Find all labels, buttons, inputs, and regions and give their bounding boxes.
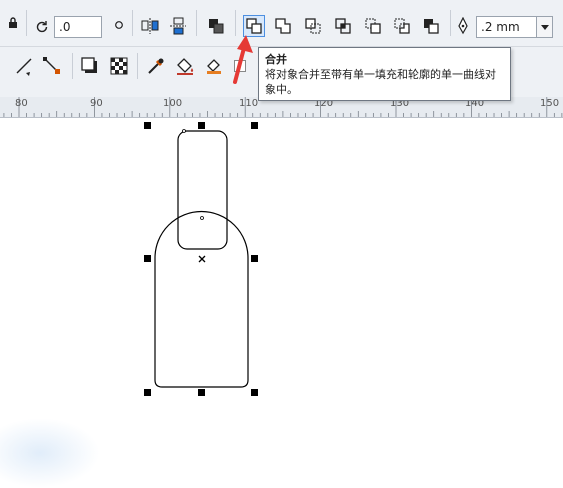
- line-tool-icon[interactable]: [13, 55, 35, 77]
- rotation-angle-input[interactable]: [54, 16, 102, 38]
- outline-width-dropdown[interactable]: [537, 16, 553, 38]
- transparency-icon[interactable]: [108, 55, 130, 77]
- node-point-top[interactable]: [182, 129, 186, 133]
- degree-icon: [108, 14, 130, 36]
- mirror-horizontal-icon[interactable]: [139, 15, 161, 37]
- selection-handle-left[interactable]: [144, 255, 151, 262]
- ruler-label-80: 80: [15, 98, 28, 109]
- back-minus-front-icon: [424, 19, 439, 34]
- drop-shadow-icon[interactable]: [79, 55, 101, 77]
- selection-handle-top-left[interactable]: [144, 122, 151, 129]
- simplify-icon: [365, 18, 381, 34]
- separator: [450, 10, 451, 36]
- chevron-down-icon: [540, 24, 549, 30]
- separator: [72, 53, 73, 79]
- canvas-drawing: [154, 129, 249, 388]
- selection-handle-bottom-left[interactable]: [144, 389, 151, 396]
- ruler-label-90: 90: [90, 98, 103, 109]
- arrange-icon[interactable]: [205, 15, 227, 37]
- bottle-neck-shape[interactable]: [177, 130, 228, 250]
- intersect-button[interactable]: [332, 15, 354, 37]
- drawing-canvas[interactable]: [0, 118, 563, 488]
- back-minus-front-button[interactable]: [420, 15, 442, 37]
- mirror-vertical-icon[interactable]: [167, 15, 189, 37]
- connector-tool-icon[interactable]: [41, 55, 63, 77]
- ruler-label-150: 150: [540, 98, 560, 109]
- tooltip-description: 将对象合并至带有单一填充和轮廓的单一曲线对象中。: [265, 68, 496, 96]
- selection-handle-right[interactable]: [251, 255, 258, 262]
- front-minus-back-icon: [394, 18, 410, 34]
- weld-icon: [275, 18, 291, 34]
- node-point-mid[interactable]: [200, 216, 204, 220]
- lock-icon[interactable]: [2, 12, 24, 34]
- selection-handle-bottom-right[interactable]: [251, 389, 258, 396]
- ruler-label-110: 110: [239, 98, 259, 109]
- separator: [26, 10, 27, 36]
- eyedropper-icon[interactable]: [145, 55, 167, 77]
- property-bar: [0, 0, 563, 47]
- combine-tooltip: 合并 将对象合并至带有单一填充和轮廓的单一曲线对象中。: [258, 47, 511, 101]
- bottle-body-shape[interactable]: [154, 210, 249, 388]
- center-marker-icon[interactable]: [198, 255, 206, 263]
- rotate-icon: [31, 16, 53, 38]
- front-minus-back-button[interactable]: [391, 15, 413, 37]
- intersect-icon: [335, 18, 351, 34]
- separator: [132, 10, 133, 36]
- trim-icon: [305, 18, 321, 34]
- outline-width-input[interactable]: [476, 16, 537, 38]
- trim-button[interactable]: [302, 15, 324, 37]
- simplify-button[interactable]: [362, 15, 384, 37]
- ruler-label-100: 100: [163, 98, 183, 109]
- separator: [196, 10, 197, 36]
- selection-handle-bottom[interactable]: [198, 389, 205, 396]
- weld-button[interactable]: [272, 15, 294, 37]
- separator: [137, 53, 138, 79]
- selection-handle-top[interactable]: [198, 122, 205, 129]
- smart-fill-icon[interactable]: [203, 55, 225, 77]
- tooltip-title: 合并: [265, 53, 287, 66]
- outline-pen-icon[interactable]: [452, 15, 474, 37]
- selection-handle-top-right[interactable]: [251, 122, 258, 129]
- fill-icon[interactable]: [174, 55, 196, 77]
